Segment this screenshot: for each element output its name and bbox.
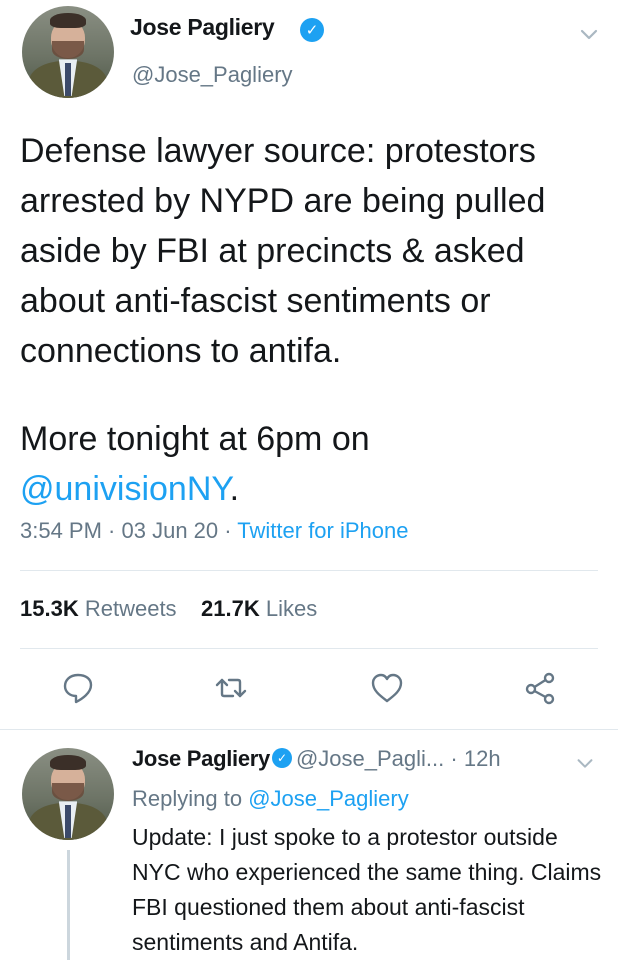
tweet-source-link[interactable]: Twitter for iPhone xyxy=(237,518,408,543)
reply-text: Update: I just spoke to a protestor outs… xyxy=(132,824,602,955)
author-name[interactable]: Jose Pagliery xyxy=(130,14,275,41)
verified-badge-icon: ✓ xyxy=(300,18,324,42)
tweet-meta: 3:54 PM · 03 Jun 20 · Twitter for iPhone xyxy=(20,518,409,543)
chevron-down-icon[interactable] xyxy=(577,22,601,46)
retweets-stat[interactable]: 15.3K Retweets xyxy=(20,596,177,621)
divider xyxy=(20,648,598,649)
reply-author-avatar[interactable] xyxy=(22,748,114,840)
tweet-text: Defense lawyer source: protestors arrest… xyxy=(20,132,546,370)
reply-icon[interactable] xyxy=(60,670,96,706)
thread-line xyxy=(67,850,70,960)
divider xyxy=(0,729,618,730)
replying-to: Replying to @Jose_Pagliery xyxy=(132,786,409,811)
likes-stat[interactable]: 21.7K Likes xyxy=(201,596,317,621)
share-icon[interactable] xyxy=(522,670,558,706)
reply-header: Jose Pagliery ✓ @Jose_Pagli... · 12h xyxy=(132,746,501,771)
chevron-down-icon[interactable] xyxy=(574,752,596,774)
tweet-text-more: More tonight at 6pm on @univisionNY. xyxy=(20,420,370,508)
verified-badge-icon: ✓ xyxy=(271,748,292,769)
replying-to-handle-link[interactable]: @Jose_Pagliery xyxy=(248,786,409,811)
mention-link[interactable]: @univisionNY xyxy=(20,470,230,508)
reply-author-name[interactable]: Jose Pagliery xyxy=(132,746,270,771)
reply-time[interactable]: 12h xyxy=(464,746,501,771)
retweet-icon[interactable] xyxy=(213,670,249,706)
like-icon[interactable] xyxy=(369,670,405,706)
tweet-stats: 15.3K Retweets 21.7K Likes xyxy=(20,596,317,622)
tweet-time: 3:54 PM xyxy=(20,518,102,543)
tweet-date: 03 Jun 20 xyxy=(121,518,219,543)
divider xyxy=(20,570,598,571)
author-handle[interactable]: @Jose_Pagliery xyxy=(132,62,293,88)
reply-author-handle[interactable]: @Jose_Pagli... xyxy=(296,746,444,771)
author-avatar[interactable] xyxy=(22,6,114,98)
